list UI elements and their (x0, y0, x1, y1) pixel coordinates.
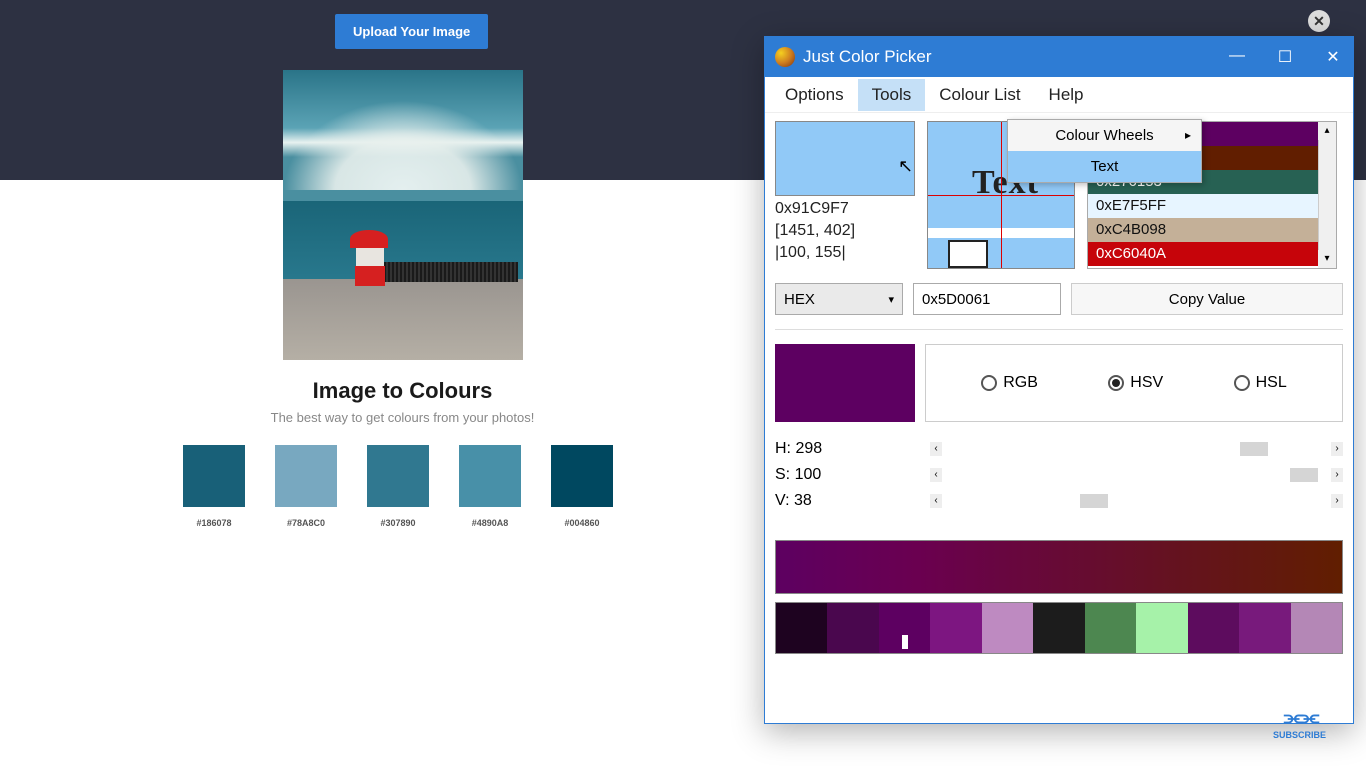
page-title: Image to Colours (0, 378, 805, 404)
scroll-up-icon[interactable]: ▴ (1318, 122, 1336, 140)
v-slider[interactable]: ‹› (930, 492, 1343, 510)
scheme-cell[interactable] (982, 603, 1033, 653)
scheme-cell[interactable] (776, 603, 827, 653)
titlebar[interactable]: Just Color Picker — ☐ ✕ (765, 37, 1353, 77)
scheme-cell[interactable] (879, 603, 930, 653)
sample-photo (283, 70, 523, 360)
h-slider[interactable]: ‹› (930, 440, 1343, 458)
cursor-coords: [1451, 402] (775, 222, 915, 240)
scheme-cell[interactable] (930, 603, 981, 653)
app-icon (775, 47, 795, 67)
menu-help[interactable]: Help (1035, 79, 1098, 111)
format-select[interactable]: HEX ▾ (775, 283, 903, 315)
close-icon[interactable]: ✕ (1308, 10, 1330, 32)
menu-options[interactable]: Options (771, 79, 858, 111)
window-title: Just Color Picker (803, 47, 1227, 67)
close-window-icon[interactable]: ✕ (1323, 47, 1343, 67)
scheme-cell[interactable] (1239, 603, 1290, 653)
color-list-item[interactable]: 0xC6040A (1088, 242, 1320, 266)
subscribe-badge[interactable]: ⫘⫘ SUBSCRIBE (1273, 704, 1326, 740)
rgb-radio[interactable]: RGB (981, 374, 1038, 392)
scheme-cell[interactable] (1136, 603, 1187, 653)
v-label: V: 38 (775, 492, 930, 510)
format-label: HEX (784, 291, 815, 308)
minimize-icon[interactable]: — (1227, 47, 1247, 67)
h-label: H: 298 (775, 440, 930, 458)
tools-dropdown: Colour Wheels▸Text (1007, 119, 1202, 183)
chevron-down-icon: ▾ (888, 293, 894, 306)
menubar: OptionsToolsColour ListHelp (765, 77, 1353, 113)
page-subtitle: The best way to get colours from your ph… (0, 410, 805, 425)
swatch[interactable]: #186078 (183, 445, 245, 528)
swatch[interactable]: #4890A8 (459, 445, 521, 528)
scrollbar[interactable]: ▴ ▾ (1318, 122, 1336, 268)
copy-value-button[interactable]: Copy Value (1071, 283, 1343, 315)
scheme-cell[interactable] (827, 603, 878, 653)
menu-colour-list[interactable]: Colour List (925, 79, 1034, 111)
current-color-swatch (775, 344, 915, 422)
color-scheme[interactable] (775, 602, 1343, 654)
dropdown-item[interactable]: Text (1008, 151, 1201, 182)
color-list-item[interactable]: 0xC4B098 (1088, 218, 1320, 242)
dropdown-item[interactable]: Colour Wheels▸ (1008, 120, 1201, 151)
maximize-icon[interactable]: ☐ (1275, 47, 1295, 67)
hsl-radio[interactable]: HSL (1234, 374, 1287, 392)
color-list-item[interactable]: 0xE7F5FF (1088, 194, 1320, 218)
hsv-radio[interactable]: HSV (1108, 374, 1163, 392)
hex-input[interactable] (913, 283, 1061, 315)
scheme-cell[interactable] (1085, 603, 1136, 653)
zoom-info: |100, 155| (775, 244, 915, 262)
color-picker-window: Just Color Picker — ☐ ✕ OptionsToolsColo… (764, 36, 1354, 724)
upload-button[interactable]: Upload Your Image (335, 14, 488, 49)
palette-swatches: #186078 #78A8C0 #307890 #4890A8 #004860 (183, 445, 613, 528)
gradient-bar[interactable] (775, 540, 1343, 594)
scheme-cell[interactable] (1033, 603, 1084, 653)
dna-icon: ⫘⫘ (1273, 704, 1326, 730)
sampled-hex: 0x91C9F7 (775, 200, 915, 218)
color-mode-radios: RGB HSV HSL (925, 344, 1343, 422)
swatch[interactable]: #78A8C0 (275, 445, 337, 528)
swatch[interactable]: #004860 (551, 445, 613, 528)
s-slider[interactable]: ‹› (930, 466, 1343, 484)
scheme-cell[interactable] (1188, 603, 1239, 653)
scroll-down-icon[interactable]: ▾ (1318, 250, 1336, 268)
s-label: S: 100 (775, 466, 930, 484)
swatch[interactable]: #307890 (367, 445, 429, 528)
scheme-cell[interactable] (1291, 603, 1342, 653)
color-preview (775, 121, 915, 196)
menu-tools[interactable]: Tools (858, 79, 926, 111)
